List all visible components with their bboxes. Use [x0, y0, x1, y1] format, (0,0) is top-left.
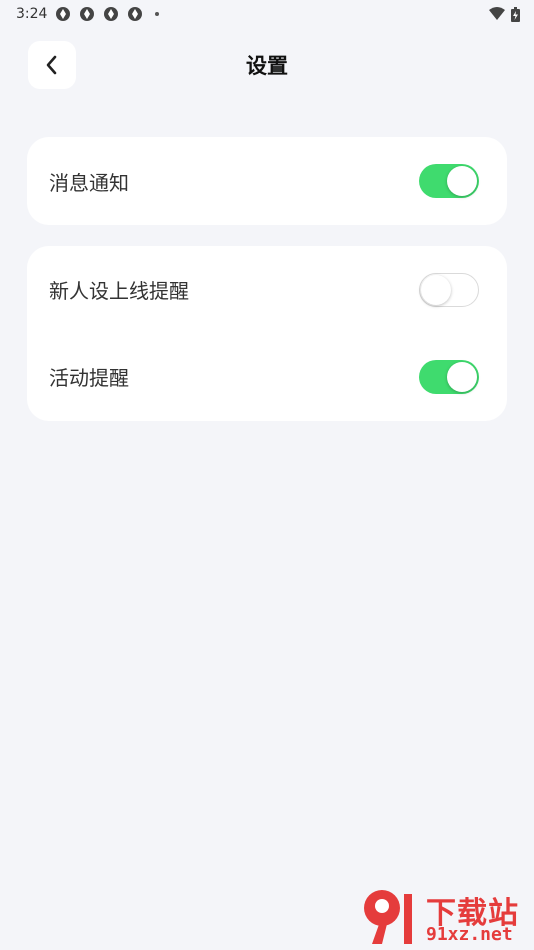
settings-card-reminders: 新人设上线提醒 活动提醒: [27, 246, 507, 421]
status-bar: 3:24: [0, 0, 534, 28]
setting-row-new-persona-reminder: 新人设上线提醒: [27, 246, 507, 333]
app-notification-icon: [128, 7, 143, 21]
wifi-icon: [489, 7, 505, 20]
watermark-logo-icon: [364, 890, 412, 944]
setting-label: 活动提醒: [49, 366, 129, 390]
status-right: [489, 6, 520, 22]
toggle-knob: [421, 274, 451, 305]
page-title: 设置: [246, 54, 288, 78]
header: 设置: [0, 40, 534, 90]
watermark: 下载站 91xz.net: [360, 886, 530, 948]
status-left: 3:24: [16, 6, 160, 22]
toggle-knob: [447, 166, 477, 196]
setting-row-message-notification: 消息通知: [27, 137, 507, 225]
toggle-knob: [447, 361, 477, 392]
message-notification-toggle[interactable]: [419, 164, 479, 198]
app-notification-icon: [80, 7, 95, 21]
status-time: 3:24: [16, 6, 48, 22]
settings-card-notifications: 消息通知: [27, 137, 507, 225]
watermark-text-secondary: 91xz.net: [426, 924, 513, 945]
dot-icon: [155, 12, 160, 16]
setting-label: 消息通知: [49, 170, 129, 195]
new-persona-reminder-toggle[interactable]: [419, 272, 479, 307]
battery-icon: [511, 6, 520, 22]
app-notification-icon: [104, 7, 119, 21]
setting-label: 新人设上线提醒: [49, 279, 189, 303]
activity-reminder-toggle[interactable]: [419, 359, 479, 394]
setting-row-activity-reminder: 活动提醒: [27, 333, 507, 420]
app-notification-icon: [56, 7, 71, 21]
